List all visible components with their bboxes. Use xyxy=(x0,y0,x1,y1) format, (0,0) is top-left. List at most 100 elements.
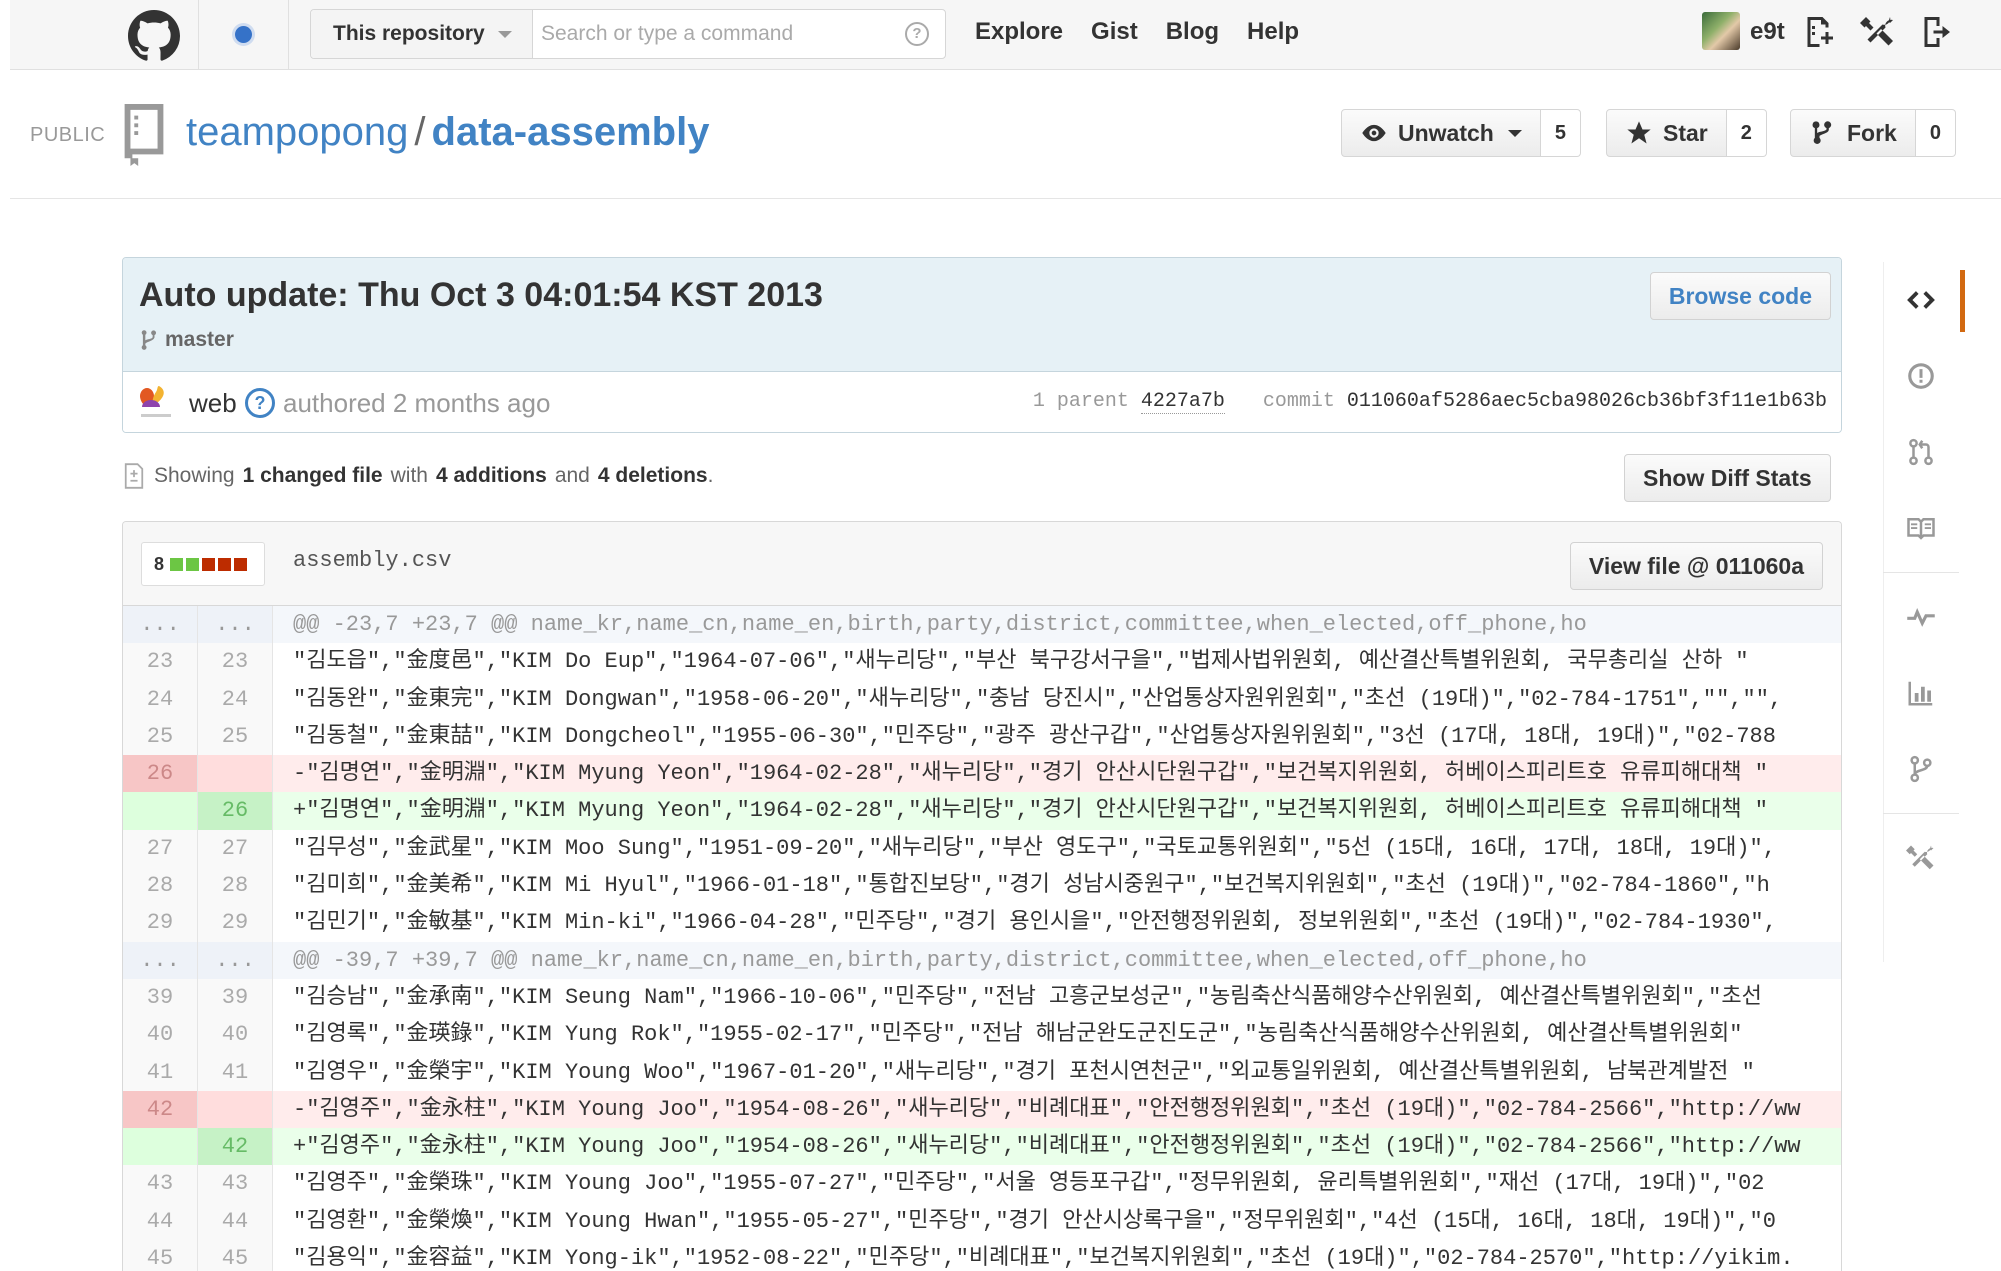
help-icon[interactable]: ? xyxy=(245,388,275,418)
graph-icon xyxy=(1908,681,1933,706)
new-line-number[interactable]: 28 xyxy=(198,867,273,905)
old-line-number xyxy=(123,1128,198,1166)
notification-dot-icon[interactable] xyxy=(235,26,252,43)
chevron-down-icon xyxy=(498,31,512,38)
old-line-number[interactable]: 43 xyxy=(123,1165,198,1203)
diff-code: "김무성","金武星","KIM Moo Sung","1951-09-20",… xyxy=(293,835,1776,861)
sidenav-code[interactable] xyxy=(1883,262,1965,338)
commit-sha: 011060af5286aec5cba98026cb36bf3f11e1b63b xyxy=(1346,390,1827,413)
sidenav-issues[interactable] xyxy=(1883,338,1959,414)
diff-code: "김영환","金榮煥","KIM Young Hwan","1955-05-27… xyxy=(293,1208,1776,1234)
new-line-number[interactable]: ... xyxy=(198,606,273,644)
diff-code: -"김명연","金明淵","KIM Myung Yeon","1964-02-2… xyxy=(293,761,1768,787)
search-scope-label: This repository xyxy=(333,22,485,45)
old-line-number[interactable]: 24 xyxy=(123,680,198,718)
diff-line-deletion: 26 -"김명연","金明淵","KIM Myung Yeon","1964-02… xyxy=(123,755,1841,793)
divider xyxy=(10,198,2001,199)
repo-sidenav xyxy=(1883,262,1965,896)
sidenav-graphs[interactable] xyxy=(1883,655,1959,731)
new-line-number[interactable]: 25 xyxy=(198,717,273,756)
old-line-number[interactable]: ... xyxy=(123,606,198,644)
new-line-number xyxy=(198,1090,273,1129)
new-line-number[interactable]: 42 xyxy=(198,1128,273,1166)
diff-code: "김도읍","金度邑","KIM Do Eup","1964-07-06","새… xyxy=(293,649,1749,675)
new-line-number[interactable]: 44 xyxy=(198,1202,273,1241)
star-button[interactable]: Star xyxy=(1606,109,1727,157)
watchers-count[interactable]: 5 xyxy=(1540,109,1581,157)
old-line-number[interactable]: 27 xyxy=(123,829,198,868)
show-diff-stats-button[interactable]: Show Diff Stats xyxy=(1624,454,1831,502)
book-icon xyxy=(1907,518,1935,540)
diffstat-add-block xyxy=(170,557,184,571)
new-line-number[interactable]: 43 xyxy=(198,1165,273,1203)
sidenav-wiki[interactable] xyxy=(1883,490,1959,566)
old-line-number[interactable]: 45 xyxy=(123,1240,198,1271)
author-avatar[interactable] xyxy=(137,384,175,422)
sidenav-network[interactable] xyxy=(1883,731,1959,807)
parent-sha-link[interactable]: 4227a7b xyxy=(1140,390,1225,414)
nav-gist[interactable]: Gist xyxy=(1091,18,1138,46)
star-label: Star xyxy=(1663,119,1708,146)
diff-line: 45 45 "김용익","金容益","KIM Yong-ik","1952-08-… xyxy=(123,1240,1841,1271)
file-diffstat[interactable]: 8 xyxy=(141,542,265,586)
old-line-number[interactable]: 42 xyxy=(123,1090,198,1129)
unwatch-button[interactable]: Unwatch xyxy=(1341,109,1541,157)
view-file-button[interactable]: View file @ 011060a xyxy=(1569,542,1823,590)
stargazers-count[interactable]: 2 xyxy=(1726,109,1767,157)
username-link[interactable]: e9t xyxy=(1750,18,1785,46)
new-line-number[interactable]: 40 xyxy=(198,1016,273,1054)
chevron-down-icon xyxy=(1507,129,1522,137)
repo-title-separator: / xyxy=(414,110,426,154)
old-line-number[interactable]: 44 xyxy=(123,1202,198,1241)
tools-icon[interactable] xyxy=(1860,14,1896,50)
new-line-number[interactable]: ... xyxy=(198,941,273,979)
branch-name[interactable]: master xyxy=(165,328,234,352)
search-input[interactable] xyxy=(541,18,891,50)
new-line-number[interactable]: 23 xyxy=(198,643,273,681)
summary-deletions: 4 deletions xyxy=(597,464,708,487)
search-scope-dropdown[interactable]: This repository xyxy=(311,10,533,58)
new-line-number[interactable]: 29 xyxy=(198,904,273,942)
eye-icon xyxy=(1362,124,1386,142)
avatar[interactable] xyxy=(1702,12,1740,50)
old-line-number[interactable]: 28 xyxy=(123,867,198,905)
pulse-icon xyxy=(1907,607,1935,627)
old-line-number[interactable]: 23 xyxy=(123,643,198,681)
old-line-number[interactable]: 29 xyxy=(123,904,198,942)
old-line-number[interactable]: 40 xyxy=(123,1016,198,1054)
old-line-number[interactable]: 26 xyxy=(123,755,198,793)
fork-button[interactable]: Fork xyxy=(1790,109,1916,157)
nav-help[interactable]: Help xyxy=(1247,18,1299,46)
help-icon[interactable]: ? xyxy=(905,22,929,46)
old-line-number[interactable]: 41 xyxy=(123,1053,198,1091)
nav-explore[interactable]: Explore xyxy=(975,18,1063,46)
pull-request-icon xyxy=(1909,438,1933,466)
nav-blog[interactable]: Blog xyxy=(1166,18,1219,46)
new-line-number[interactable]: 26 xyxy=(198,792,273,830)
commit-meta: web ? authored 2 months ago 1 parent 422… xyxy=(123,372,1841,432)
old-line-number[interactable]: ... xyxy=(123,941,198,979)
diff-code: +"김명연","金明淵","KIM Myung Yeon","1964-02-2… xyxy=(293,798,1768,824)
new-line-number[interactable]: 45 xyxy=(198,1240,273,1271)
sidenav-pulse[interactable] xyxy=(1883,579,1959,655)
new-line-number[interactable]: 39 xyxy=(198,978,273,1017)
new-repo-icon[interactable] xyxy=(1800,14,1836,50)
repo-name-link[interactable]: data-assembly xyxy=(432,110,710,154)
diff-line-addition: 26 +"김명연","金明淵","KIM Myung Yeon","1964-02… xyxy=(123,792,1841,830)
forks-count[interactable]: 0 xyxy=(1915,109,1956,157)
sidenav-pull-requests[interactable] xyxy=(1883,414,1959,490)
sidenav-settings[interactable] xyxy=(1883,820,1959,896)
github-octocat-icon[interactable] xyxy=(128,10,180,62)
commit-header: Auto update: Thu Oct 3 04:01:54 KST 2013… xyxy=(123,258,1841,372)
browse-code-button[interactable]: Browse code xyxy=(1649,272,1831,320)
author-name[interactable]: web xyxy=(189,388,237,419)
sign-out-icon[interactable] xyxy=(1920,14,1956,50)
repo-owner-link[interactable]: teampopong xyxy=(186,110,408,154)
new-line-number[interactable]: 41 xyxy=(198,1053,273,1091)
old-line-number[interactable]: 39 xyxy=(123,978,198,1017)
new-line-number xyxy=(198,755,273,793)
divider xyxy=(288,0,289,70)
new-line-number[interactable]: 24 xyxy=(198,680,273,718)
new-line-number[interactable]: 27 xyxy=(198,829,273,868)
old-line-number[interactable]: 25 xyxy=(123,717,198,756)
